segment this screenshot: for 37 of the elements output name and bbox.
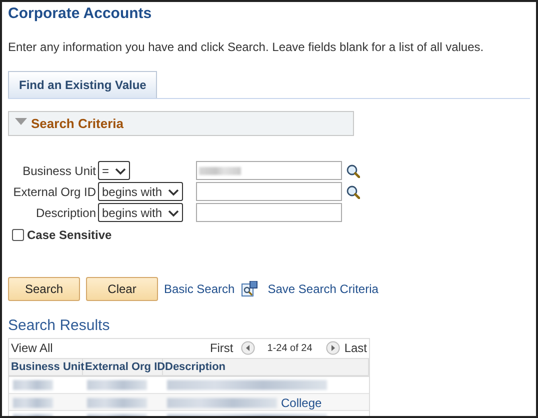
previous-icon[interactable] bbox=[241, 341, 256, 355]
instructions-text: Enter any information you have and click Search. Leave fields blank for a list of all values. bbox=[8, 38, 485, 56]
action-button[interactable]: Search bbox=[8, 277, 80, 301]
page-title: Corporate Accounts bbox=[8, 4, 153, 24]
operator-dropdown[interactable]: = bbox=[98, 161, 130, 180]
tab[interactable]: Find an Existing Value bbox=[8, 70, 158, 98]
save-criteria-link[interactable]: Save Search Criteria bbox=[268, 280, 378, 298]
search-icon[interactable] bbox=[346, 164, 360, 178]
chevron-icon bbox=[168, 208, 180, 216]
column-header[interactable]: Business Unit bbox=[9, 358, 83, 375]
first-link[interactable]: First bbox=[210, 339, 234, 357]
save-search-icon[interactable] bbox=[240, 281, 258, 297]
last-link[interactable]: Last bbox=[344, 339, 367, 357]
checkbox-label: Case Sensitive bbox=[27, 227, 112, 244]
operator-dropdown[interactable]: begins with bbox=[98, 182, 184, 201]
operator-dropdown[interactable]: begins with bbox=[98, 203, 184, 222]
column-header[interactable]: External Org ID bbox=[83, 358, 163, 375]
field-label: External Org ID bbox=[12, 184, 96, 200]
search-icon[interactable] bbox=[346, 184, 360, 198]
column-header[interactable]: Description bbox=[163, 358, 369, 375]
field-label: Business Unit bbox=[22, 162, 96, 180]
blurred-value bbox=[199, 166, 241, 174]
chevron-icon bbox=[115, 166, 126, 174]
checkbox[interactable] bbox=[12, 229, 24, 241]
field-label: Description bbox=[34, 204, 96, 222]
next-icon[interactable] bbox=[326, 341, 340, 355]
chevron-icon bbox=[168, 188, 180, 196]
page-range: 1-24 of 24 bbox=[267, 342, 312, 356]
input-field[interactable] bbox=[196, 182, 342, 201]
input-field[interactable] bbox=[196, 161, 342, 180]
table-cell[interactable]: College bbox=[281, 394, 322, 412]
basic-search-link[interactable]: Basic Search bbox=[164, 280, 235, 298]
section-title: Search Results bbox=[8, 316, 111, 336]
action-button[interactable]: Clear bbox=[86, 277, 158, 301]
input-field[interactable] bbox=[196, 203, 342, 222]
section-header[interactable]: Search Criteria bbox=[8, 110, 354, 136]
view-all-link[interactable]: View All bbox=[11, 339, 53, 357]
